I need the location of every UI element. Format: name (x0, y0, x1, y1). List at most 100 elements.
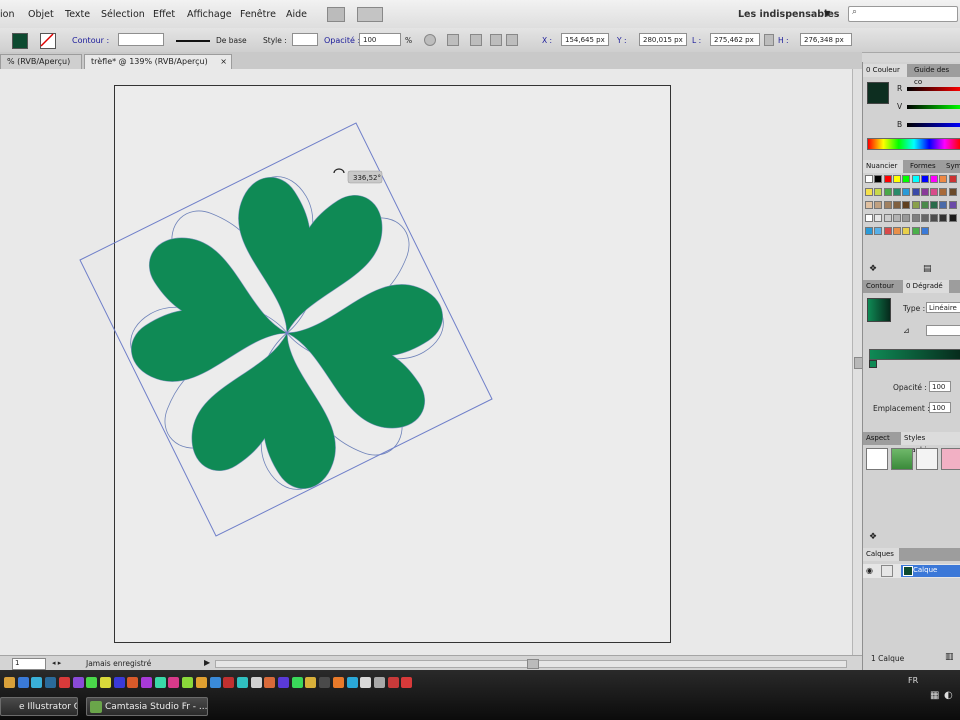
width-field[interactable]: 275,462 px (710, 33, 760, 46)
contour-label[interactable]: Contour : (72, 36, 109, 45)
swatch-cell[interactable] (911, 227, 920, 235)
taskbar-illustrator[interactable]: e Illustrator CS... (0, 697, 78, 716)
swatch-cell[interactable] (920, 214, 929, 222)
tab-degrade[interactable]: 0 Dégradé (903, 280, 949, 293)
swatch-cell[interactable] (883, 214, 892, 222)
quick-launch-icon[interactable] (305, 677, 317, 688)
swatch-cell[interactable] (920, 175, 929, 183)
swatch-cell[interactable] (874, 227, 883, 235)
quick-launch-icon[interactable] (99, 677, 111, 688)
swatch-cell[interactable] (930, 175, 939, 183)
swatch-cell[interactable] (939, 214, 948, 222)
quick-launch-icon[interactable] (127, 677, 139, 688)
tab-trefle[interactable]: trèfle* @ 139% (RVB/Aperçu) × (84, 54, 232, 69)
swatch-cell[interactable] (920, 227, 929, 235)
swatch-cell[interactable] (930, 201, 939, 209)
menu-item-texte[interactable]: Texte (65, 9, 90, 20)
quick-launch-icon[interactable] (31, 677, 43, 688)
channel-r-slider[interactable] (907, 87, 960, 91)
quick-launch-icon[interactable] (86, 677, 98, 688)
new-swatch-icon[interactable]: ▤ (923, 264, 932, 274)
canvas-area[interactable]: 336,52° (0, 69, 852, 655)
gradient-stop-start[interactable] (869, 360, 877, 368)
swatch-cell[interactable] (911, 188, 920, 196)
lock-toggle-icon[interactable] (881, 565, 893, 577)
swatch-cell[interactable] (865, 214, 873, 222)
swatch-cell[interactable] (883, 188, 892, 196)
swatch-cell[interactable] (892, 214, 901, 222)
tab-nuancier[interactable]: Nuancier (863, 160, 903, 173)
swatch-cell[interactable] (874, 175, 883, 183)
quick-launch-icon[interactable] (45, 677, 57, 688)
graphic-style-green[interactable] (891, 448, 913, 470)
quick-launch-icon[interactable] (58, 677, 70, 688)
quick-launch-icon[interactable] (154, 677, 166, 688)
swatch-cell[interactable] (892, 227, 901, 235)
swatch-cell[interactable] (948, 214, 957, 222)
swatch-cell[interactable] (865, 201, 873, 209)
artboard-number-field[interactable]: 1 (12, 658, 46, 670)
gradient-preview[interactable] (867, 298, 891, 322)
swatch-cell[interactable] (865, 188, 873, 196)
tab-guide-couleurs[interactable]: Guide des co (911, 64, 960, 86)
language-indicator[interactable]: FR (908, 676, 918, 685)
menu-item-selection-partial[interactable]: ion (0, 9, 14, 20)
quick-launch-icon[interactable] (195, 677, 207, 688)
quick-launch-icon[interactable] (17, 677, 29, 688)
menu-item-objet[interactable]: Objet (28, 9, 54, 20)
swatch-cell[interactable] (930, 214, 939, 222)
menu-item-aide[interactable]: Aide (286, 9, 307, 20)
quick-launch-icon[interactable] (346, 677, 358, 688)
quick-launch-icon[interactable] (113, 677, 125, 688)
tab-calques[interactable]: Calques (863, 548, 899, 561)
menu-item-effet[interactable]: Effet (153, 9, 175, 20)
tab-symboles[interactable]: Sym (943, 160, 960, 173)
graphic-style-white[interactable] (916, 448, 938, 470)
tab-previous-document[interactable]: % (RVB/Aperçu) (0, 54, 82, 69)
quick-launch-icon[interactable] (209, 677, 221, 688)
gradient-type-select[interactable]: Linéaire (926, 302, 960, 313)
bridge-icon[interactable] (327, 7, 345, 22)
height-label[interactable]: H : (778, 36, 789, 45)
horizontal-scroll-thumb[interactable] (527, 659, 539, 669)
color-spectrum[interactable] (867, 138, 960, 150)
stroke-profile[interactable]: De base (216, 36, 247, 45)
swatch-cell[interactable] (948, 175, 957, 183)
quick-launch-icon[interactable] (332, 677, 344, 688)
swatch-cell[interactable] (902, 214, 911, 222)
swatch-cell[interactable] (874, 214, 883, 222)
menu-item-selection[interactable]: Sélection (101, 9, 145, 20)
swatch-cell[interactable] (902, 201, 911, 209)
swatch-cell[interactable] (930, 188, 939, 196)
chevron-down-icon[interactable]: ▼ (824, 9, 830, 18)
swatch-cell[interactable] (902, 175, 911, 183)
width-label[interactable]: L : (692, 36, 701, 45)
swatch-cell[interactable] (883, 175, 892, 183)
tab-contour[interactable]: Contour (863, 280, 901, 293)
close-icon[interactable]: × (220, 55, 227, 69)
status-menu-arrow-icon[interactable]: ▶ (204, 658, 210, 667)
x-label[interactable]: X : (542, 36, 552, 45)
arrange-documents-icon[interactable] (357, 7, 383, 22)
tab-styles-graphiques[interactable]: Styles graphiqu (901, 432, 960, 454)
swatch-cell[interactable] (948, 188, 957, 196)
swatch-cell[interactable] (874, 188, 883, 196)
swatch-cell[interactable] (892, 175, 901, 183)
swatch-cell[interactable] (902, 227, 911, 235)
quick-launch-icon[interactable] (223, 677, 235, 688)
gradient-opacity-field[interactable]: 100 (929, 381, 951, 392)
gradient-slider[interactable] (869, 349, 960, 360)
styles-library-icon[interactable]: ❖ (869, 532, 877, 542)
swatch-cell[interactable] (920, 188, 929, 196)
swatch-cell[interactable] (939, 201, 948, 209)
reference-point-icon[interactable] (490, 34, 502, 46)
swatch-grid[interactable] (865, 175, 960, 245)
constrain-proportions-icon[interactable] (764, 34, 774, 46)
menu-item-affichage[interactable]: Affichage (187, 9, 232, 20)
opacity-label[interactable]: Opacité : (324, 36, 360, 45)
fill-color-swatch[interactable] (12, 33, 28, 49)
quick-launch-icon[interactable] (319, 677, 331, 688)
swatch-cell[interactable] (892, 188, 901, 196)
quick-launch-icon[interactable] (278, 677, 289, 688)
swatch-cell[interactable] (883, 227, 892, 235)
